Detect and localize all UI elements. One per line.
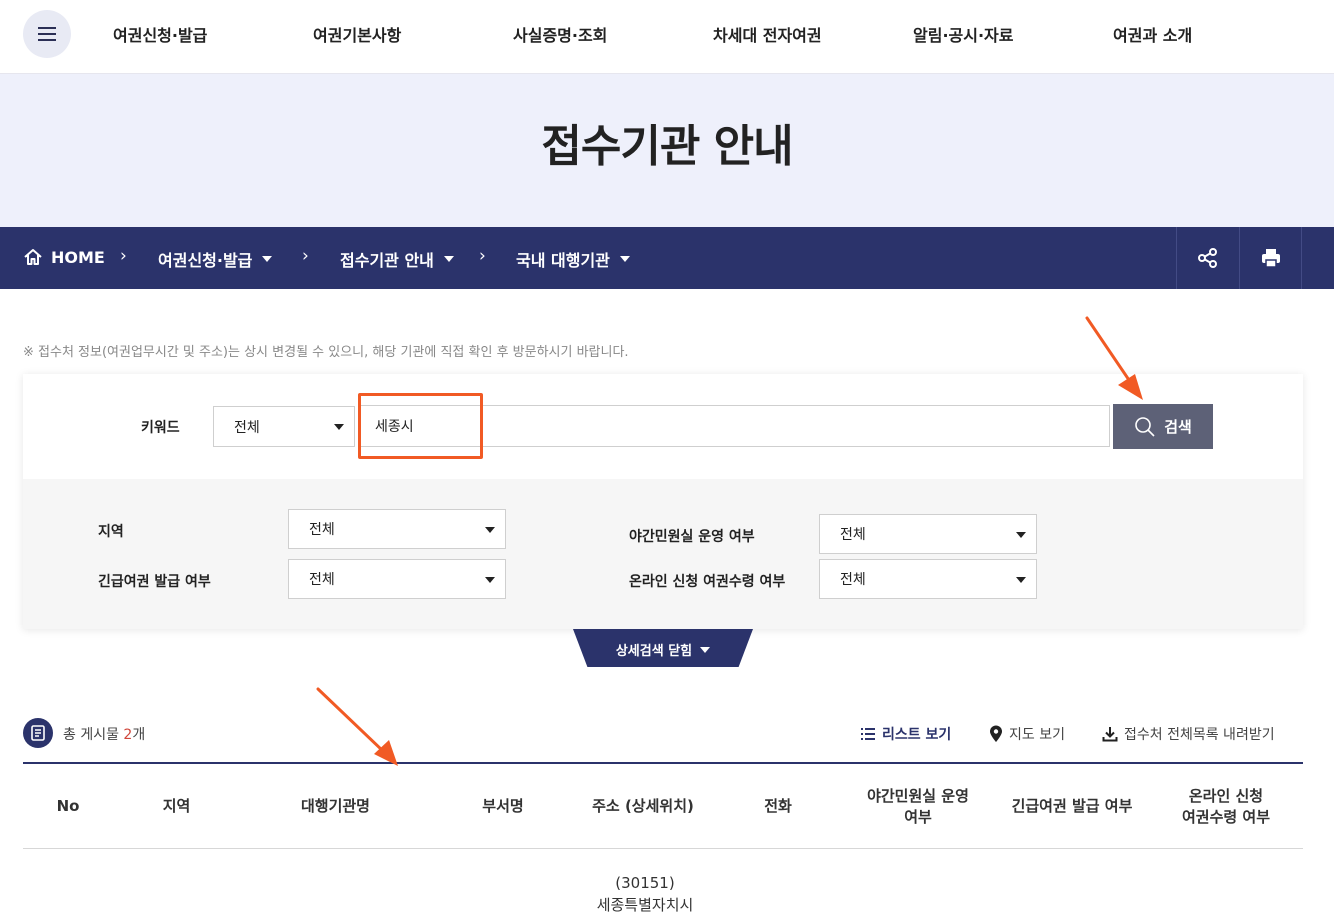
- column-header-phone: 전화: [764, 797, 792, 815]
- select-value: 전체: [309, 522, 335, 538]
- download-list-link[interactable]: 접수처 전체목록 내려받기: [1102, 724, 1275, 744]
- toggle-label-wrap: 상세검색 닫힘: [573, 640, 753, 659]
- column-header-region: 지역: [162, 797, 191, 815]
- nav-item-about[interactable]: 여권과 소개: [1113, 22, 1192, 46]
- total-suffix: 개: [132, 727, 146, 743]
- breadcrumb-item-application[interactable]: 여권신청·발급: [158, 247, 273, 271]
- online-pickup-label: 온라인 신청 여권수령 여부: [629, 574, 786, 590]
- breadcrumb-item-reception[interactable]: 접수기관 안내: [340, 247, 454, 271]
- column-header-emergency: 긴급여권 발급 여부: [1011, 797, 1133, 815]
- breadcrumb-separator: ›: [479, 246, 486, 266]
- column-header-agency: 대행기관명: [300, 797, 370, 815]
- list-view-label: 리스트 보기: [882, 727, 952, 743]
- keyword-label: 키워드: [141, 420, 180, 436]
- list-view-link[interactable]: 리스트 보기: [860, 724, 951, 744]
- share-button[interactable]: [1176, 227, 1239, 289]
- region-select[interactable]: 전체: [288, 509, 506, 549]
- print-icon: [1261, 249, 1280, 268]
- breadcrumb-home-label: HOME: [51, 247, 105, 267]
- annotation-arrow-table: [316, 687, 398, 766]
- region-label: 지역: [98, 524, 124, 540]
- chevron-down-icon: [485, 577, 495, 583]
- toggle-label: 상세검색 닫힘: [615, 644, 693, 659]
- chevron-down-icon: [1016, 577, 1026, 583]
- total-number: 2: [123, 727, 133, 743]
- total-prefix: 총 게시물: [63, 727, 124, 743]
- online-pickup-select[interactable]: 전체: [819, 559, 1037, 599]
- address-postcode: (30151): [615, 874, 675, 892]
- nav-item-certificates[interactable]: 사실증명·조회: [513, 22, 607, 46]
- nav-item-passport-application[interactable]: 여권신청·발급: [113, 22, 207, 46]
- caret-down-icon: [262, 256, 273, 262]
- map-view-link[interactable]: 지도 보기: [989, 724, 1065, 744]
- menu-button[interactable]: [23, 10, 71, 58]
- breadcrumb-separator: ›: [120, 246, 127, 266]
- total-count: 총 게시물 2개: [63, 724, 145, 744]
- breadcrumb: HOME › 여권신청·발급 › 접수기관 안내 › 국내 대행기관: [0, 227, 1334, 289]
- results-badge: [23, 718, 53, 748]
- chevron-down-icon: [485, 527, 495, 533]
- nav-item-notices[interactable]: 알림·공시·자료: [913, 22, 1013, 46]
- share-icon: [1198, 248, 1217, 268]
- nav-item-passport-basics[interactable]: 여권기본사항: [313, 22, 401, 46]
- search-panel: 키워드 전체 검색 지역 전체 긴급여권 발급 여부 전체 야간민원실 운영 여…: [23, 374, 1303, 629]
- search-button-label: 검색: [1164, 419, 1192, 436]
- night-office-select[interactable]: 전체: [819, 514, 1037, 554]
- emergency-passport-label: 긴급여권 발급 여부: [98, 574, 211, 590]
- notice-text: ※ 접수처 정보(여권업무시간 및 주소)는 상시 변경될 수 있으니, 해당 …: [23, 345, 629, 360]
- map-view-label: 지도 보기: [1009, 727, 1065, 743]
- column-header-no: No: [56, 797, 80, 815]
- chevron-down-icon: [1016, 532, 1026, 538]
- caret-down-icon: [619, 256, 630, 262]
- search-button[interactable]: 검색: [1113, 404, 1213, 449]
- download-icon: [1102, 727, 1118, 742]
- select-value: 전체: [840, 572, 866, 588]
- breadcrumb-item-label: 국내 대행기관: [516, 251, 610, 270]
- breadcrumb-item-label: 접수기관 안내: [340, 251, 434, 270]
- menu-icon: [38, 33, 56, 35]
- caret-down-icon: [700, 646, 711, 653]
- caret-down-icon: [443, 256, 454, 262]
- detail-filters: 지역 전체 긴급여권 발급 여부 전체 야간민원실 운영 여부 전체 온라인 신…: [23, 479, 1303, 629]
- night-office-label: 야간민원실 운영 여부: [629, 529, 755, 545]
- detail-search-toggle[interactable]: 상세검색 닫힘: [573, 629, 753, 667]
- breadcrumb-item-label: 여권신청·발급: [158, 251, 253, 270]
- search-scope-select[interactable]: 전체: [213, 406, 355, 447]
- column-header-night-office: 야간민원실 운영 여부: [867, 786, 969, 826]
- column-header-online-pickup: 온라인 신청 여권수령 여부: [1181, 786, 1271, 826]
- page-title: 접수기관 안내: [541, 121, 793, 172]
- table-row: (30151) 세종특별자치시: [560, 872, 730, 912]
- list-icon: [861, 728, 875, 740]
- home-icon: [24, 249, 42, 265]
- breadcrumb-separator: ›: [302, 246, 309, 266]
- select-value: 전체: [840, 527, 866, 543]
- emergency-passport-select[interactable]: 전체: [288, 559, 506, 599]
- chevron-down-icon: [334, 424, 344, 430]
- nav-item-next-gen-passport[interactable]: 차세대 전자여권: [713, 22, 822, 46]
- download-list-label: 접수처 전체목록 내려받기: [1124, 727, 1275, 743]
- keyword-input[interactable]: [360, 405, 1110, 447]
- document-icon: [31, 725, 45, 741]
- address-city: 세종특별자치시: [596, 896, 694, 912]
- top-navigation: 여권신청·발급 여권기본사항 사실증명·조회 차세대 전자여권 알림·공시·자료…: [0, 0, 1334, 74]
- breadcrumb-home[interactable]: HOME: [23, 247, 105, 267]
- hero-banner: 접수기관 안내: [0, 74, 1334, 227]
- select-value: 전체: [234, 419, 260, 436]
- print-button[interactable]: [1239, 227, 1302, 289]
- select-value: 전체: [309, 572, 335, 588]
- column-header-address: 주소 (상세위치): [592, 797, 694, 815]
- breadcrumb-item-domestic-agency[interactable]: 국내 대행기관: [516, 247, 630, 271]
- map-pin-icon: [990, 725, 1002, 742]
- search-icon: [1135, 416, 1155, 437]
- results-table-header: No 지역 대행기관명 부서명 주소 (상세위치) 전화 야간민원실 운영 여부…: [23, 762, 1303, 849]
- column-header-department: 부서명: [482, 797, 524, 815]
